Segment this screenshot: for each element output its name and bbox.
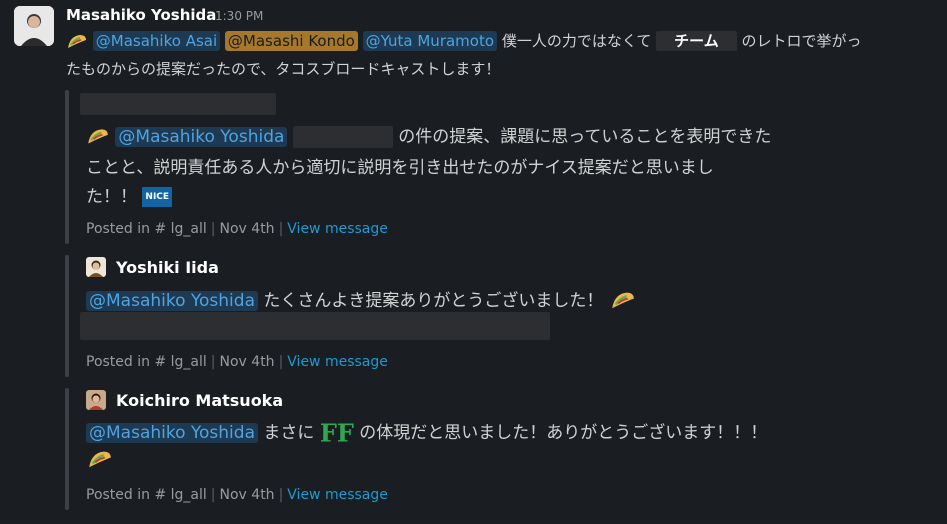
quote-author[interactable]: Yoshiki Iida xyxy=(116,258,219,277)
posted-in-label: Posted in xyxy=(86,221,151,237)
person-avatar-icon xyxy=(86,390,106,410)
taco-emoji-icon xyxy=(68,34,86,48)
channel-link[interactable]: # lg_all xyxy=(154,487,206,503)
message-line-1: @Masahiko Asai @Masashi Kondo @Yuta Mura… xyxy=(66,30,862,52)
message-author[interactable]: Masahiko Yoshida xyxy=(66,6,216,24)
person-avatar-icon xyxy=(86,257,106,277)
redacted-author xyxy=(80,93,276,115)
quote-3-text-b: の体現だと思いました！ありがとうございます！！！ xyxy=(359,423,768,443)
mention-masahiko-yoshida[interactable]: @Masahiko Yoshida xyxy=(86,423,258,443)
view-message-link[interactable]: View message xyxy=(287,221,388,237)
quote-1-line-1: @Masahiko Yoshida の件の提案、課題に思っていることを表明できた xyxy=(86,122,771,148)
message-text-a: 僕一人の力ではなくて xyxy=(501,32,652,50)
quote-1-text-3: た！！ xyxy=(86,187,137,207)
quote-bar xyxy=(65,255,69,377)
quote-3-header: Koichiro Matsuoka xyxy=(86,390,283,410)
message-time[interactable]: 1:30 PM xyxy=(215,9,263,23)
mention-masahiko-yoshida[interactable]: @Masahiko Yoshida xyxy=(115,127,288,147)
quote-1-text: の件の提案、課題に思っていることを表明できた xyxy=(398,127,772,147)
message-text-b: のレトロで挙がっ xyxy=(741,32,862,50)
quote-3-footer: Posted in # lg_all | Nov 4th | View message xyxy=(86,487,388,503)
quote-2-footer: Posted in # lg_all | Nov 4th | View message xyxy=(86,354,388,370)
posted-in-label: Posted in xyxy=(86,354,151,370)
message-line-2: たものからの提案だったので、タコスブロードキャストします！ xyxy=(66,60,501,78)
quote-2-line-1: @Masahiko Yoshida たくさんよき提案ありがとうございました！ xyxy=(86,286,637,313)
quote-3-text-a: まさに xyxy=(263,423,315,443)
quote-1-line-2: ことと、説明責任ある人から適切に説明を引き出せたのがナイス提案だと思いまし xyxy=(86,158,714,178)
mention-masahiko-yoshida[interactable]: @Masahiko Yoshida xyxy=(86,291,258,311)
person-avatar-icon xyxy=(14,6,54,46)
avatar[interactable] xyxy=(86,257,106,277)
redacted-text xyxy=(292,126,393,148)
channel-link[interactable]: # lg_all xyxy=(154,221,206,237)
quote-3-line-2 xyxy=(86,448,114,472)
quote-2-text: たくさんよき提案ありがとうございました！ xyxy=(263,291,604,311)
quote-1-footer: Posted in # lg_all | Nov 4th | View message xyxy=(86,221,388,237)
team-chip: チーム xyxy=(656,31,737,51)
mention-masahiko-asai[interactable]: @Masahiko Asai xyxy=(92,31,221,51)
avatar[interactable] xyxy=(14,6,54,46)
date-link[interactable]: Nov 4th xyxy=(220,487,275,503)
avatar[interactable] xyxy=(86,390,106,410)
quote-bar xyxy=(65,90,69,244)
mention-masashi-kondo[interactable]: @Masashi Kondo xyxy=(224,31,358,51)
quote-author[interactable]: Koichiro Matsuoka xyxy=(116,391,283,410)
quote-bar xyxy=(65,388,69,510)
nice-emoji-icon: NICE xyxy=(142,187,173,207)
channel-link[interactable]: # lg_all xyxy=(154,354,206,370)
posted-in-label: Posted in xyxy=(86,487,151,503)
date-link[interactable]: Nov 4th xyxy=(220,354,275,370)
quote-1-line-3: た！！ NICE xyxy=(86,182,173,207)
mention-yuta-muramoto[interactable]: @Yuta Muramoto xyxy=(362,31,498,51)
taco-emoji-icon xyxy=(89,451,111,468)
redacted-text xyxy=(80,312,550,340)
ff-emoji-icon: FF xyxy=(319,418,354,448)
view-message-link[interactable]: View message xyxy=(287,487,388,503)
taco-emoji-icon xyxy=(612,292,634,309)
taco-emoji-icon xyxy=(88,129,108,144)
quote-3-line-1: @Masahiko Yoshida まさに FF の体現だと思いました！ありがと… xyxy=(86,418,767,448)
date-link[interactable]: Nov 4th xyxy=(220,221,275,237)
view-message-link[interactable]: View message xyxy=(287,354,388,370)
quote-2-header: Yoshiki Iida xyxy=(86,257,219,277)
